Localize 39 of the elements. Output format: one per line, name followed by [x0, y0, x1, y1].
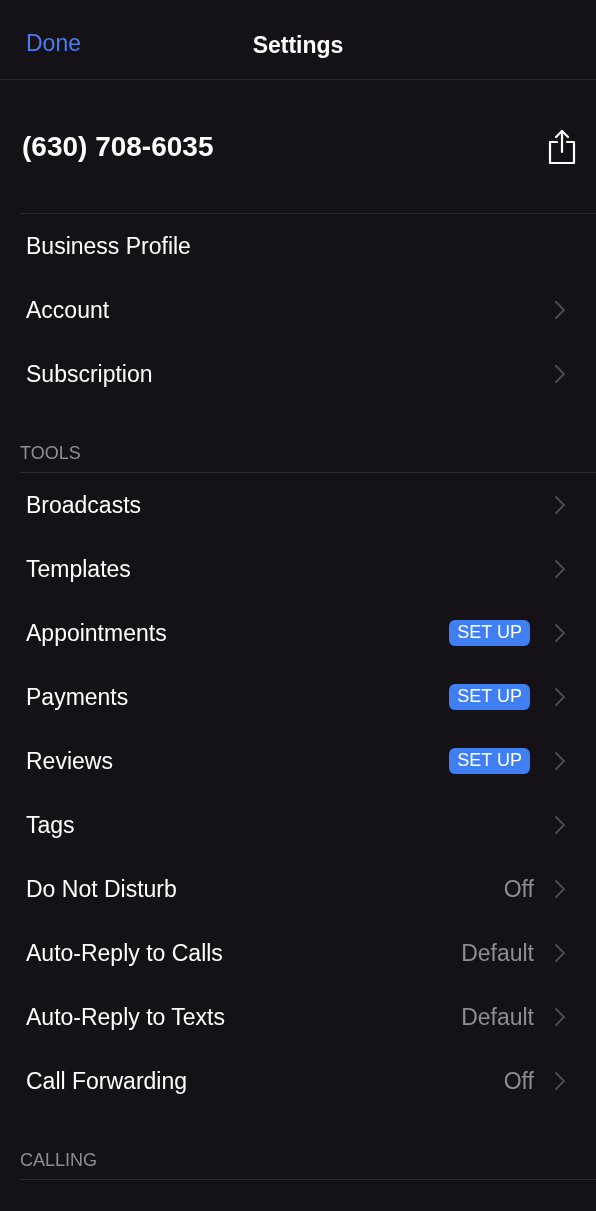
settings-row[interactable]: Auto-Reply to Calls Default — [0, 921, 596, 985]
row-label: Subscription — [26, 359, 154, 389]
row-label: Templates — [26, 554, 132, 584]
row-value: Off — [503, 874, 534, 904]
section-header: TOOLS — [19, 442, 82, 465]
settings-row[interactable]: Business Profile — [0, 214, 596, 278]
settings-row[interactable]: Broadcasts — [0, 473, 596, 537]
settings-row[interactable]: Do Not Disturb Off — [0, 857, 596, 921]
section-header: CALLING — [19, 1149, 99, 1172]
row-value: Off — [503, 1066, 534, 1096]
row-label: Call Forwarding — [26, 1066, 189, 1096]
done-button[interactable]: Done — [26, 32, 81, 55]
settings-row[interactable]: Templates — [0, 537, 596, 601]
settings-row[interactable]: Appointments SET UP — [0, 601, 596, 665]
row-value: Default — [461, 1002, 534, 1032]
row-label: Auto-Reply to Texts — [26, 1002, 226, 1032]
settings-row[interactable]: Call Forwarding Off — [0, 1049, 596, 1113]
settings-row[interactable]: Subscription — [0, 342, 596, 406]
row-label: Business Profile — [26, 231, 192, 261]
page-title: Settings — [252, 34, 344, 57]
row-label: Do Not Disturb — [26, 874, 178, 904]
row-label: Appointments — [26, 618, 168, 648]
settings-row[interactable]: Account — [0, 278, 596, 342]
share-icon[interactable] — [548, 128, 576, 165]
setup-badge: SET UP — [449, 748, 530, 774]
row-label: Account — [26, 295, 111, 325]
row-label: Broadcasts — [26, 490, 143, 520]
row-label: Tags — [26, 810, 76, 840]
settings-row[interactable]: Payments SET UP — [0, 665, 596, 729]
row-label: Reviews — [26, 746, 114, 776]
row-label: Auto-Reply to Calls — [26, 938, 224, 968]
phone-number: (630) 708-6035 — [22, 129, 214, 164]
setup-badge: SET UP — [449, 684, 530, 710]
row-label: Payments — [26, 682, 130, 712]
settings-row[interactable]: Tags — [0, 793, 596, 857]
settings-row[interactable]: Auto-Reply to Texts Default — [0, 985, 596, 1049]
settings-row[interactable]: Reviews SET UP — [0, 729, 596, 793]
row-value: Default — [461, 938, 534, 968]
setup-badge: SET UP — [449, 620, 530, 646]
